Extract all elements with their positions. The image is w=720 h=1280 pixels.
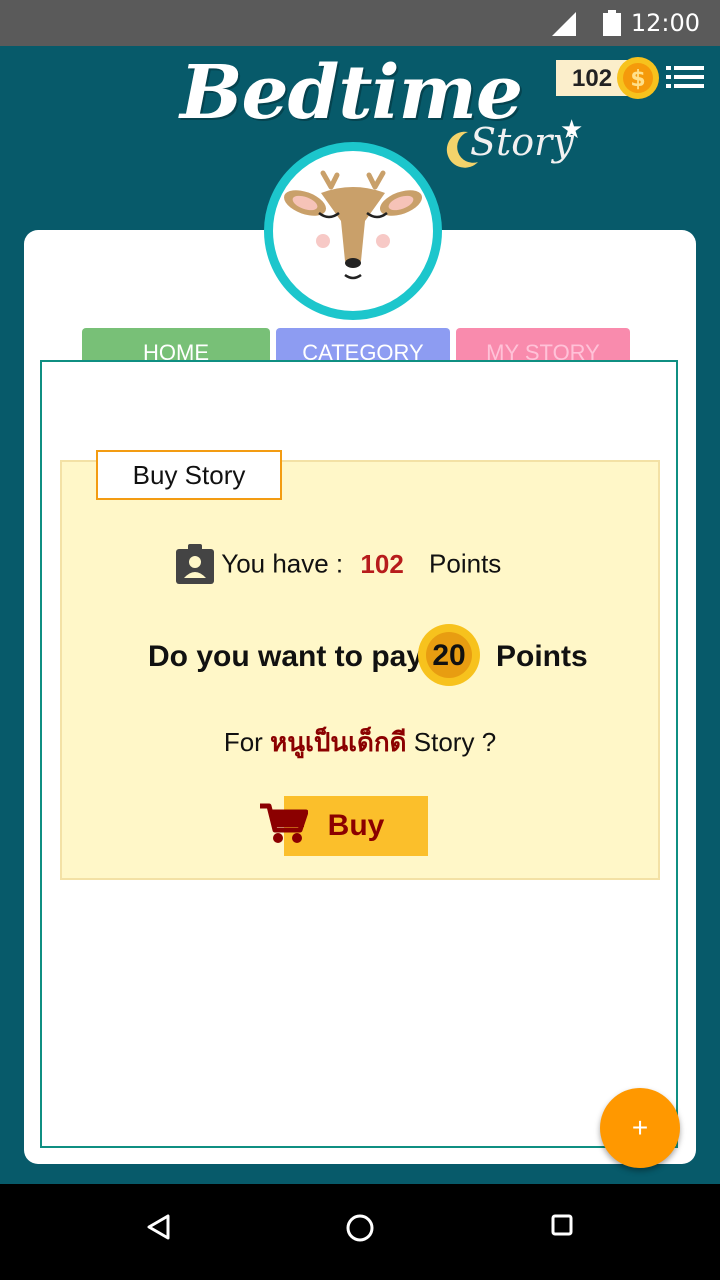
tab-home-label: HOME <box>143 340 209 360</box>
star-icon: ★ <box>560 114 584 144</box>
pay-prefix: Do you want to pay <box>148 640 424 673</box>
pay-amount: 20 <box>432 639 466 672</box>
tab-category[interactable]: CATEGORY <box>276 328 450 360</box>
shopping-cart-icon[interactable] <box>260 802 308 844</box>
svg-text:$: $ <box>630 67 645 92</box>
tab-category-label: CATEGORY <box>302 340 424 360</box>
dollar-coin-icon: $ <box>617 57 659 99</box>
have-points-value: 102 <box>360 548 404 579</box>
story-question: For หนูเป็นเด็กดี Story ? <box>0 722 720 763</box>
deer-avatar <box>264 142 442 320</box>
buy-label: Buy <box>327 809 385 842</box>
story-name: หนูเป็นเด็กดี <box>270 727 407 757</box>
menu-list-icon[interactable] <box>666 66 704 88</box>
account-badge-icon <box>176 544 214 584</box>
signal-icon <box>552 12 576 36</box>
status-bar: 12:00 <box>0 0 720 46</box>
have-points-word: Points <box>429 548 502 579</box>
pay-suffix: Points <box>496 640 588 673</box>
home-icon[interactable] <box>346 1214 374 1242</box>
buy-story-legend: Buy Story <box>96 450 282 500</box>
tab-my-story[interactable]: MY STORY <box>456 328 630 360</box>
battery-icon <box>603 10 621 36</box>
status-time: 12:00 <box>630 9 700 37</box>
have-label: You have : <box>221 548 344 579</box>
back-icon[interactable] <box>146 1214 170 1240</box>
add-fab-button[interactable]: + <box>600 1088 680 1168</box>
tab-home[interactable]: HOME <box>82 328 270 360</box>
tab-my-story-label: MY STORY <box>486 340 600 360</box>
coin-balance-value: 102 <box>572 65 613 92</box>
logo-subtitle: Story <box>470 120 574 164</box>
plus-icon: + <box>631 1112 649 1143</box>
coin-icon: 20 <box>418 624 480 686</box>
system-nav-bar <box>0 1184 720 1280</box>
for-label: For <box>223 727 263 757</box>
deer-face-icon <box>283 170 423 280</box>
coin-balance[interactable]: 102 $ <box>556 57 660 99</box>
points-balance-row: You have : 102 Points <box>176 544 501 590</box>
story-suffix: Story ? <box>413 727 497 757</box>
recents-icon[interactable] <box>551 1214 573 1236</box>
